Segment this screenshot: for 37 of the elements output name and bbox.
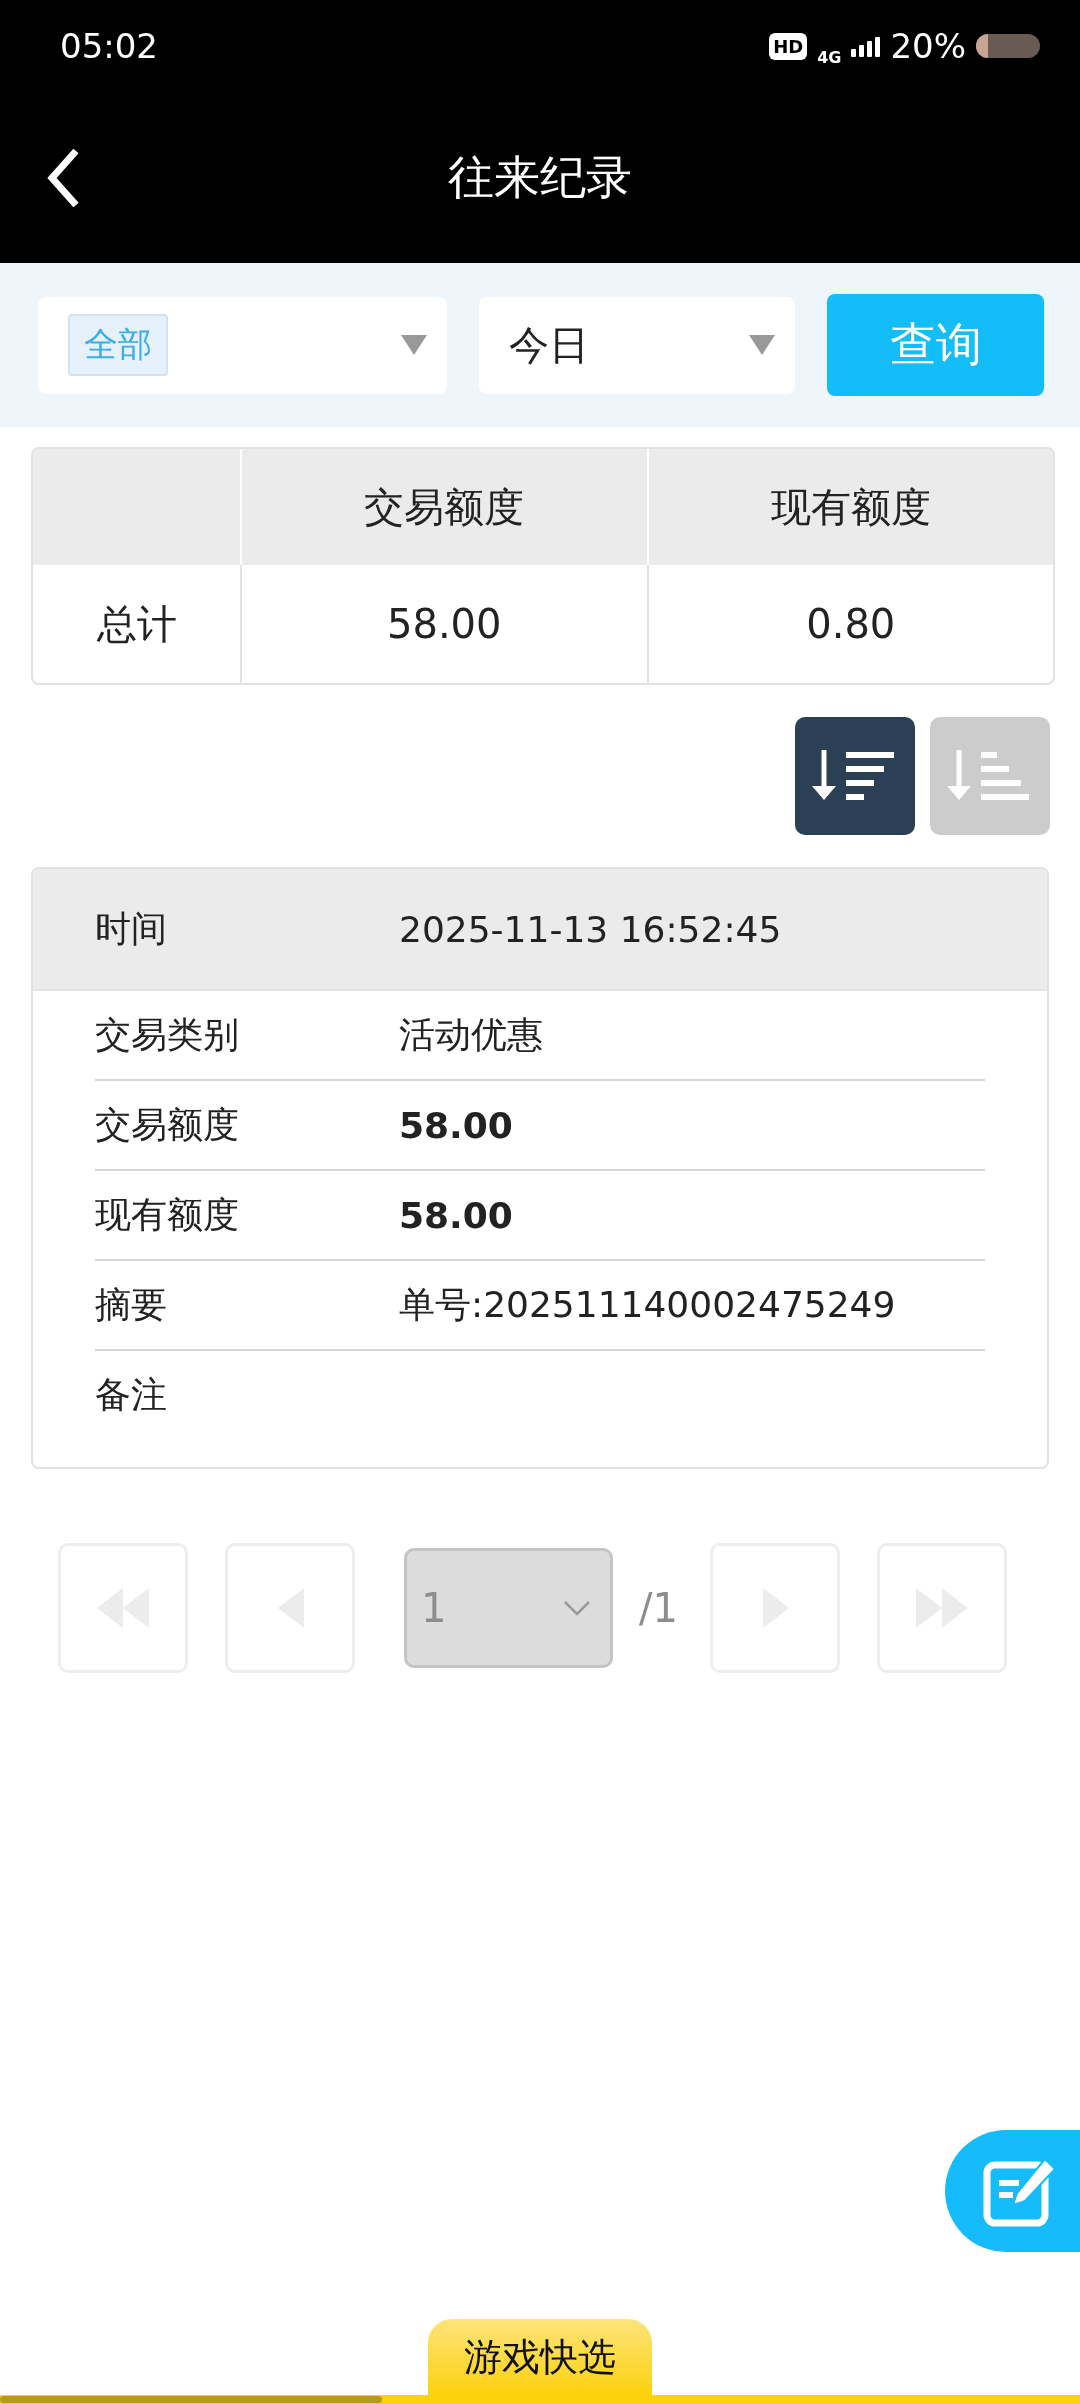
row-label: 总计 (95, 599, 178, 649)
field-label: 现有额度 (95, 1192, 240, 1237)
field-label: 交易类别 (95, 1012, 240, 1057)
table-cell: 58.00 (240, 565, 647, 683)
category-dropdown[interactable]: 全部 (38, 296, 447, 394)
table-cell: 0.80 (646, 565, 1053, 683)
field-label: 备注 (95, 1372, 168, 1417)
page-total: /1 (639, 1585, 678, 1631)
gesture-handle[interactable] (0, 2396, 382, 2403)
clock-time: 05:02 (60, 26, 159, 66)
signal-icon (851, 35, 881, 57)
field-label: 交易额度 (95, 1102, 240, 1147)
field-value: 单号:202511140002475249 (399, 1282, 896, 1327)
sort-descending-button[interactable] (795, 717, 915, 835)
field-label: 摘要 (95, 1282, 168, 1327)
category-tag: 全部 (68, 314, 168, 376)
chevron-down-icon (564, 1600, 590, 1616)
dropdown-caret-icon (401, 335, 427, 355)
dropdown-caret-icon (749, 335, 775, 355)
edit-button[interactable] (945, 2130, 1080, 2252)
period-dropdown[interactable]: 今日 (479, 296, 795, 394)
network-type: 4G (817, 47, 842, 67)
battery-percent: 20% (890, 26, 966, 66)
page-select[interactable]: 1 (404, 1548, 613, 1668)
column-header: 交易额度 (240, 449, 647, 565)
battery-icon (976, 34, 1040, 58)
page-title: 往来纪录 (448, 148, 632, 206)
hd-badge: HD (769, 32, 808, 60)
column-header: 现有额度 (646, 449, 1053, 565)
field-value: 58.00 (399, 1194, 513, 1236)
game-quick-select-tab[interactable]: 游戏快选 (428, 2319, 652, 2395)
field-value: 活动优惠 (399, 1012, 543, 1057)
query-button[interactable]: 查询 (827, 294, 1044, 396)
field-value: 58.00 (399, 1104, 513, 1146)
field-value: 2025-11-13 16:52:45 (399, 908, 782, 950)
field-label: 时间 (95, 906, 168, 951)
sort-ascending-button[interactable] (930, 717, 1050, 835)
